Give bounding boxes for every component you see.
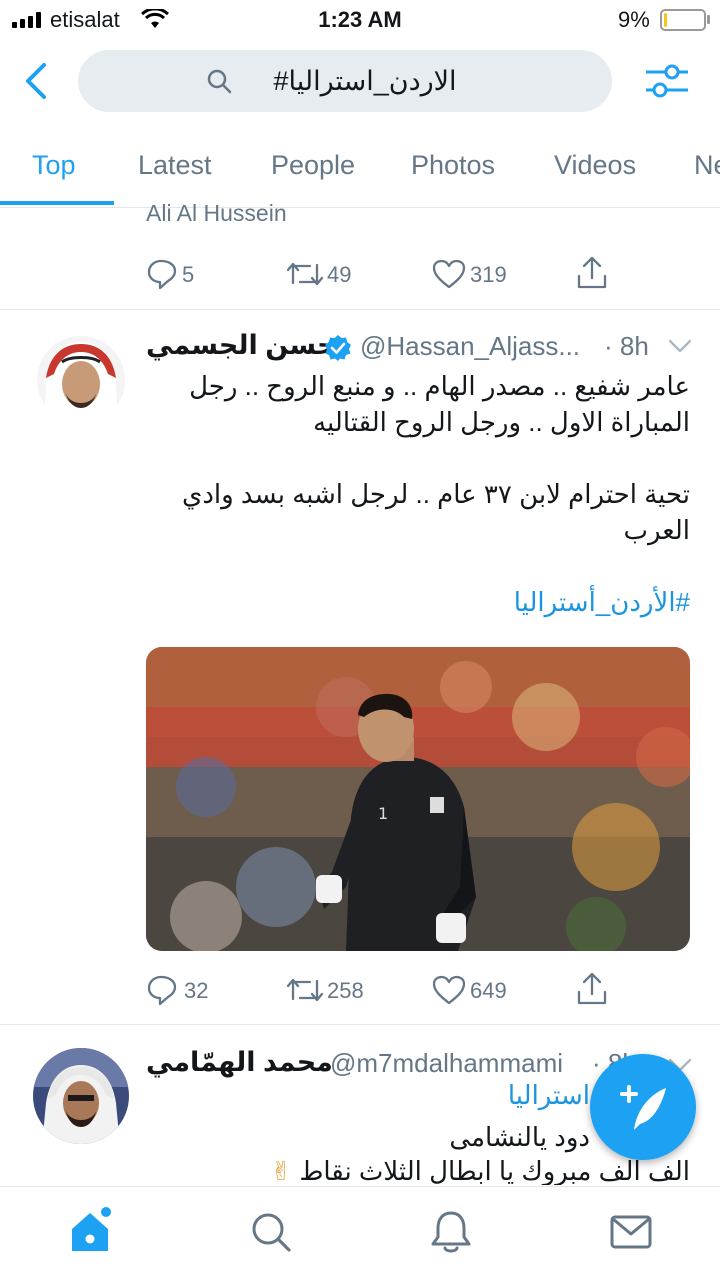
chevron-down-icon[interactable] [668,338,692,354]
reply-count: 5 [182,262,195,287]
status-bar: etisalat 1:23 AM 9% [0,0,720,40]
like-icon[interactable] [432,975,466,1005]
search-query: #الاردن_استراليا [273,66,457,96]
tweet-author-partial: Ali Al Hussein [146,200,287,224]
tab-news[interactable]: Ne [694,150,720,181]
active-tab-indicator [0,201,114,205]
share-icon[interactable] [576,972,608,1006]
tab-videos[interactable]: Videos [554,150,636,181]
author-name[interactable]: محمد الهمّامي [146,1047,333,1078]
hashtag-link[interactable]: #الأردن_أستراليا [146,584,690,620]
retweet-count: 258 [327,978,364,1003]
back-arrow-icon[interactable] [22,62,52,100]
hashtag-link[interactable]: استراليا [146,1077,590,1113]
battery-icon [660,9,706,31]
verified-icon [325,335,351,361]
compose-button[interactable] [590,1054,696,1160]
reply-icon[interactable] [146,974,178,1006]
retweet-icon[interactable] [286,975,324,1005]
tweet-time: · 8h [604,331,649,361]
explore-icon[interactable] [250,1211,292,1253]
tweet-line: تحية احترام لابن ٣٧ عام .. لرجل اشبه بسد… [181,479,690,509]
filter-icon[interactable] [644,62,690,100]
tab-top[interactable]: Top [32,150,76,181]
tweet-photo[interactable]: 1 [146,647,690,951]
tweet-line: دود يالنشامى [449,1122,590,1152]
retweet-count: 49 [327,262,352,287]
share-icon[interactable] [576,256,608,290]
search-icon [207,69,232,94]
tab-people[interactable]: People [271,150,355,181]
avatar[interactable] [36,334,126,432]
tweet-line: عامر شفيع .. مصدر الهام .. و منبع الروح … [189,371,690,401]
notifications-icon[interactable] [430,1209,472,1255]
tweet-line: الف الف مبروك يا ابطال الثلاث نقاط ✌ [146,1153,690,1185]
messages-icon[interactable] [610,1215,652,1249]
like-count: 649 [470,978,507,1003]
like-icon[interactable] [432,259,466,289]
tweet[interactable]: حسن الجسمي @Hassan_Aljass... · 8h عامر ش… [0,310,720,1024]
bottom-navigation [0,1186,720,1280]
avatar[interactable] [32,1047,130,1145]
search-tabs: Top Latest People Photos Videos Ne [0,130,720,208]
search-input[interactable]: #الاردن_استراليا [78,50,612,112]
compose-icon [620,1085,666,1130]
tweet-line-text: الف الف مبروك يا ابطال الثلاث نقاط [299,1156,690,1185]
clock: 1:23 AM [318,7,402,32]
reply-count: 32 [184,978,209,1003]
like-count: 319 [470,262,507,287]
author-handle[interactable]: @m7mdalhammami [330,1048,563,1079]
author-name[interactable]: حسن الجسمي [146,330,336,361]
battery-percent: 9% [618,7,650,32]
reply-icon[interactable] [146,258,178,290]
tab-latest[interactable]: Latest [138,150,212,181]
author-handle[interactable]: @Hassan_Aljass... [360,331,580,362]
tweet-header: حسن الجسمي @Hassan_Aljass... · 8h [146,328,692,368]
victory-emoji: ✌ [270,1156,293,1185]
tweet-line: المباراة الاول .. ورجل الروح القتاليه [313,407,690,437]
tweet-actions: 32 258 649 [0,966,720,1016]
tweet-actions: 5 49 319 [0,250,720,300]
tweet-line: العرب [623,515,690,545]
tab-photos[interactable]: Photos [411,150,495,181]
svg-text:1: 1 [378,804,388,823]
home-icon[interactable] [68,1205,116,1255]
retweet-icon[interactable] [286,259,324,289]
tweet-text: عامر شفيع .. مصدر الهام .. و منبع الروح … [146,368,690,620]
